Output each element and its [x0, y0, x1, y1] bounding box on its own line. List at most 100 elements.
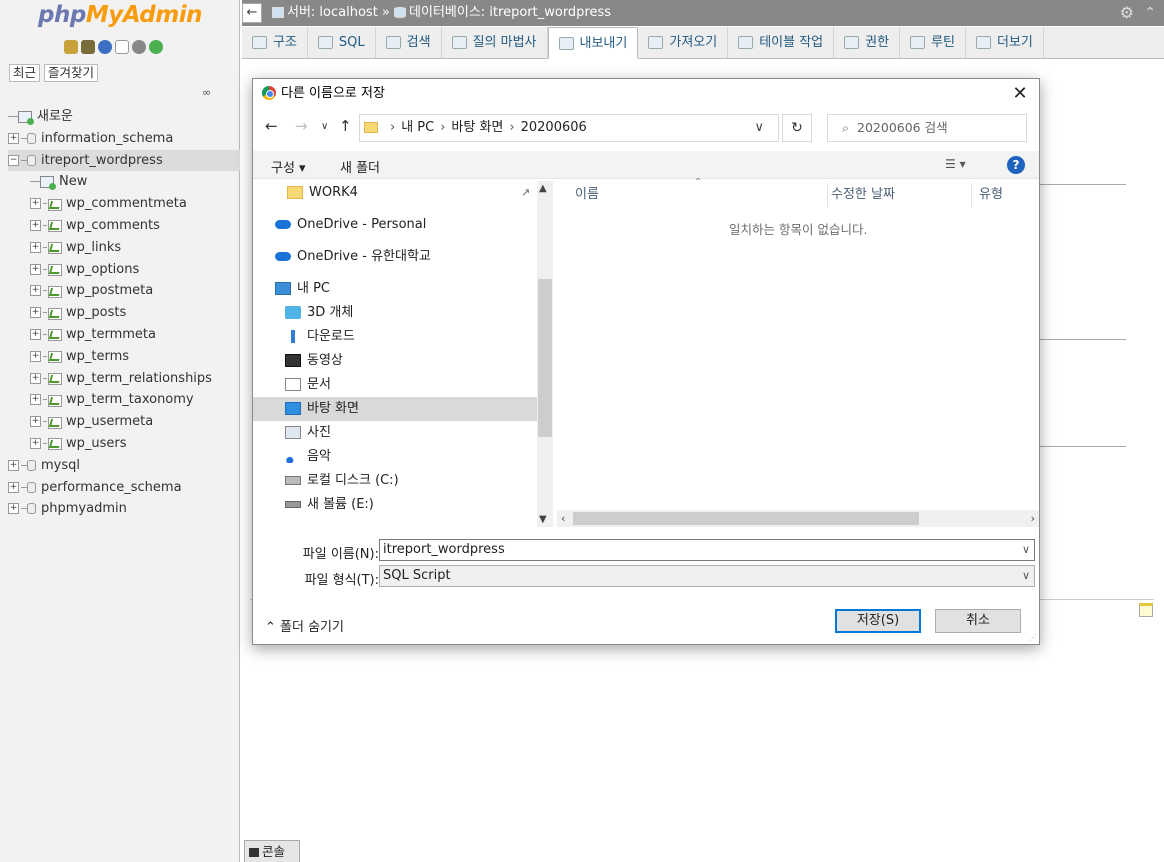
- cancel-button[interactable]: 취소: [935, 609, 1021, 633]
- scrollbar-thumb[interactable]: [538, 279, 552, 437]
- column-separator[interactable]: [971, 183, 972, 207]
- save-button[interactable]: 저장(S): [835, 609, 921, 633]
- reload-icon[interactable]: [149, 40, 163, 54]
- breadcrumb-database[interactable]: 데이터베이스: itreport_wordpress: [409, 5, 611, 20]
- tab-privileges[interactable]: 권한: [834, 27, 901, 58]
- tree-table-wp-commentmeta[interactable]: + wp_commentmeta: [8, 193, 240, 215]
- tree-item-new[interactable]: 새로운: [8, 106, 240, 128]
- nav-item-desktop[interactable]: 바탕 화면: [253, 397, 537, 421]
- tab-more[interactable]: 더보기: [966, 27, 1044, 58]
- view-options-icon[interactable]: ☰ ▾: [945, 157, 966, 171]
- gear-icon[interactable]: ⚙: [1120, 0, 1134, 26]
- console-button[interactable]: 콘솔: [244, 840, 300, 862]
- navigation-scrollbar[interactable]: ▲ ▼: [537, 181, 553, 527]
- tab-import[interactable]: 가져오기: [638, 27, 729, 58]
- expand-icon[interactable]: +: [30, 219, 41, 231]
- scroll-up-icon[interactable]: ▲: [539, 183, 547, 194]
- tree-table-wp-links[interactable]: + wp_links: [8, 237, 240, 259]
- nav-item-drive[interactable]: 새 볼륨 (E:): [285, 493, 374, 517]
- home-icon[interactable]: [64, 40, 78, 54]
- tab-sql[interactable]: SQL: [308, 27, 376, 58]
- link-chain-icon[interactable]: ∞: [202, 86, 211, 99]
- expand-icon[interactable]: +: [30, 437, 41, 449]
- nav-item-download[interactable]: 다운로드: [285, 325, 355, 349]
- path-segment-pc[interactable]: 내 PC: [401, 120, 434, 135]
- tree-db-performance-schema[interactable]: + performance_schema: [8, 477, 240, 499]
- path-segment-desktop[interactable]: 바탕 화면: [451, 120, 503, 135]
- tree-table-wp-terms[interactable]: + wp_terms: [8, 346, 240, 368]
- expand-icon[interactable]: +: [30, 350, 41, 362]
- tree-table-wp-users[interactable]: + wp_users: [8, 433, 240, 455]
- nav-item-music[interactable]: 음악: [285, 445, 331, 469]
- tab-query[interactable]: 질의 마법사: [442, 27, 548, 58]
- tree-table-wp-comments[interactable]: + wp_comments: [8, 215, 240, 237]
- filename-field[interactable]: itreport_wordpress ∨: [379, 539, 1035, 561]
- expand-icon[interactable]: +: [8, 459, 19, 471]
- tab-routines[interactable]: 루틴: [900, 27, 966, 58]
- tree-table-wp-options[interactable]: + wp_options: [8, 259, 240, 281]
- scroll-left-icon[interactable]: ‹: [561, 510, 565, 527]
- expand-icon[interactable]: +: [8, 481, 19, 493]
- forward-arrow-icon[interactable]: →: [295, 117, 308, 135]
- tree-table-wp-usermeta[interactable]: + wp_usermeta: [8, 411, 240, 433]
- filetype-select[interactable]: SQL Script ∨: [379, 565, 1035, 587]
- tree-db-information-schema[interactable]: + information_schema: [8, 128, 240, 150]
- nav-item-document[interactable]: 문서: [285, 373, 331, 397]
- breadcrumb-server[interactable]: 서버: localhost: [287, 5, 378, 20]
- notepad-icon[interactable]: [1139, 603, 1153, 617]
- chevron-down-icon[interactable]: ∨: [1022, 566, 1030, 586]
- collapse-icon[interactable]: −: [8, 154, 19, 166]
- nav-item-3d[interactable]: 3D 개체: [285, 301, 353, 325]
- horizontal-scrollbar[interactable]: ‹ ›: [557, 510, 1039, 527]
- new-folder-button[interactable]: 새 폴더: [340, 157, 380, 176]
- docs-icon[interactable]: [115, 40, 129, 54]
- nav-item-pc[interactable]: 내 PC: [275, 277, 330, 301]
- chevron-down-icon[interactable]: ∨: [1022, 540, 1030, 560]
- scroll-down-icon[interactable]: ▼: [539, 514, 547, 525]
- resize-grip-icon[interactable]: ⋰: [1029, 633, 1037, 642]
- up-arrow-icon[interactable]: ↑: [339, 117, 352, 135]
- expand-icon[interactable]: +: [30, 285, 41, 297]
- expand-icon[interactable]: +: [30, 372, 41, 384]
- path-segment-folder[interactable]: 20200606: [521, 120, 587, 135]
- scrollbar-thumb[interactable]: [573, 512, 919, 525]
- pin-icon[interactable]: ↗: [521, 186, 530, 199]
- tab-export[interactable]: 내보내기: [547, 27, 639, 59]
- refresh-icon[interactable]: ↻: [782, 114, 812, 142]
- nav-item-video[interactable]: 동영상: [285, 349, 343, 373]
- tree-table-wp-termmeta[interactable]: + wp_termmeta: [8, 324, 240, 346]
- expand-icon[interactable]: +: [30, 241, 41, 253]
- expand-icon[interactable]: +: [8, 132, 19, 144]
- address-bar[interactable]: › 내 PC › 바탕 화면 › 20200606 ∨: [359, 114, 779, 142]
- expand-icon[interactable]: +: [30, 394, 41, 406]
- tree-db-itreport-wordpress[interactable]: − itreport_wordpress: [8, 149, 240, 172]
- tree-db-phpmyadmin[interactable]: + phpmyadmin: [8, 498, 240, 520]
- settings-icon[interactable]: [132, 40, 146, 54]
- tab-operations[interactable]: 테이블 작업: [728, 27, 835, 58]
- nav-item-cloud[interactable]: OneDrive - 유한대학교: [275, 245, 431, 269]
- help-icon[interactable]: [98, 40, 112, 54]
- tree-table-wp-posts[interactable]: + wp_posts: [8, 302, 240, 324]
- column-header-date[interactable]: 수정한 날짜: [831, 183, 895, 207]
- tree-table-wp-term-relationships[interactable]: + wp_term_relationships: [8, 368, 240, 390]
- nav-item-pictures[interactable]: 사진: [285, 421, 331, 445]
- expand-icon[interactable]: +: [30, 198, 41, 210]
- scroll-right-icon[interactable]: ›: [1031, 510, 1035, 527]
- column-separator[interactable]: [827, 183, 828, 207]
- expand-icon[interactable]: +: [8, 503, 19, 515]
- nav-tab-recent[interactable]: 최근: [9, 64, 41, 82]
- tree-db-mysql[interactable]: + mysql: [8, 455, 240, 477]
- expand-icon[interactable]: +: [30, 263, 41, 275]
- column-header-type[interactable]: 유형: [979, 183, 1003, 207]
- tree-table-wp-postmeta[interactable]: + wp_postmeta: [8, 280, 240, 302]
- close-icon[interactable]: ✕: [1009, 81, 1031, 107]
- tree-table-wp-term-taxonomy[interactable]: + wp_term_taxonomy: [8, 389, 240, 411]
- column-header-name[interactable]: 이름: [575, 183, 599, 207]
- back-arrow-icon[interactable]: ←: [242, 3, 262, 23]
- tab-search[interactable]: 검색: [376, 27, 442, 58]
- search-input[interactable]: ⌕ 20200606 검색: [827, 114, 1027, 142]
- nav-item-folder[interactable]: WORK4: [287, 181, 358, 205]
- tree-item-new-table[interactable]: New: [8, 171, 240, 193]
- tab-structure[interactable]: 구조: [242, 27, 308, 58]
- nav-item-cloud[interactable]: OneDrive - Personal: [275, 213, 426, 237]
